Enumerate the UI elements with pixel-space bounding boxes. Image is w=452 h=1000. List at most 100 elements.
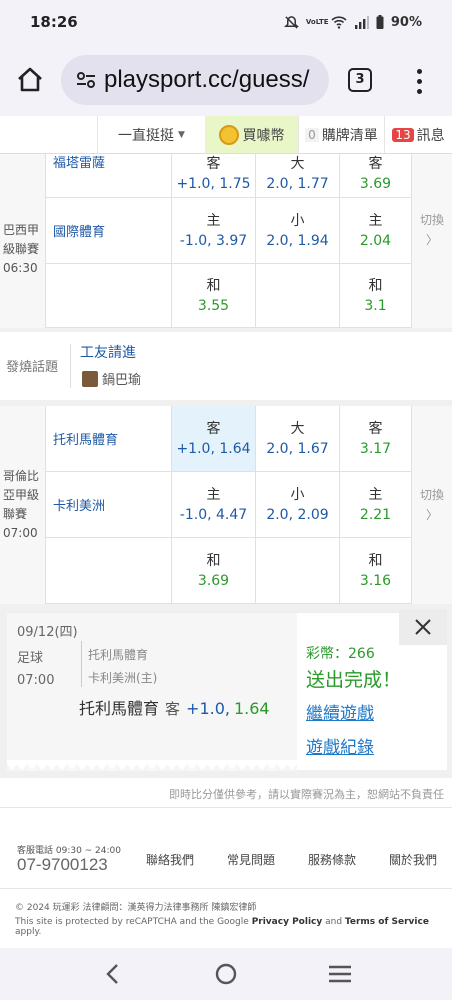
- service-phone[interactable]: 07-9700123: [17, 855, 108, 875]
- switch-button[interactable]: 切換 〉: [412, 406, 452, 604]
- game-history-link[interactable]: 遊戲紀錄: [306, 733, 374, 758]
- coin-icon: [218, 124, 239, 145]
- odds-under[interactable]: 小 2.0, 2.09: [256, 472, 340, 538]
- divider: [70, 344, 71, 388]
- nav-purchase-list-label: 購牌清單: [321, 127, 378, 144]
- odds-label: 大: [290, 155, 305, 172]
- odds-over[interactable]: 大 2.0, 1.77: [256, 154, 340, 198]
- pick-kind: 客: [165, 700, 181, 718]
- odds-draw[interactable]: 和 3.69: [172, 538, 256, 604]
- odds-draw-ml[interactable]: 和 3.16: [340, 538, 412, 604]
- odds-under[interactable]: 小 2.0, 1.94: [256, 198, 340, 264]
- site-footer: 客服電話 09:30 ~ 24:00 07-9700123 聯絡我們 常見問題 …: [0, 808, 452, 948]
- author-name: 鍋巴瑜: [102, 373, 142, 388]
- team-home[interactable]: 國際體育: [46, 198, 172, 264]
- team-away[interactable]: 托利馬體育: [46, 406, 172, 472]
- team-name: 卡利美洲: [53, 499, 106, 514]
- league-name: 哥倫比: [3, 469, 40, 483]
- recaptcha-apply: apply.: [15, 927, 42, 937]
- chevron-right-icon: 〉: [425, 233, 438, 247]
- match-table: 巴西甲 級聯賽 06:30 福塔雷薩 客 +1.0, 1.75 大 2.0, 1.7…: [0, 154, 452, 328]
- odds-away-spread-selected[interactable]: 客 +1.0, 1.64: [172, 406, 256, 472]
- hot-topic-author[interactable]: 鍋巴瑜: [82, 369, 141, 388]
- odds-value: 3.69: [197, 572, 230, 589]
- score-disclaimer: 即時比分僅供參考，請以實際賽況為主，恕網站不負責任: [0, 782, 452, 808]
- footer-link-terms[interactable]: 服務條款: [308, 851, 356, 868]
- odds-value: 2.21: [359, 506, 392, 523]
- league-name: 亞甲級: [3, 488, 40, 502]
- recaptcha-and: and: [325, 917, 343, 927]
- chevron-right-icon: 〉: [425, 508, 438, 522]
- odds-away-ml[interactable]: 客 3.69: [340, 154, 412, 198]
- match-time: 07:00: [3, 526, 38, 540]
- footer-link-about[interactable]: 關於我們: [389, 851, 437, 868]
- home-circle-icon[interactable]: [211, 959, 241, 989]
- switch-button[interactable]: 切換 〉: [412, 154, 452, 328]
- team-home[interactable]: 卡利美洲: [46, 472, 172, 538]
- odds-home-ml[interactable]: 主 2.04: [340, 198, 412, 264]
- back-icon[interactable]: [98, 959, 128, 989]
- odds-value: 2.0, 1.67: [266, 440, 329, 457]
- nav-messages[interactable]: 13 訊息: [384, 116, 452, 153]
- nav-buy-coins[interactable]: 買噱幣: [205, 116, 298, 153]
- odds-value: 3.69: [359, 175, 392, 192]
- privacy-policy-link[interactable]: Privacy Policy: [252, 917, 323, 927]
- team-name: 托利馬體育: [53, 433, 119, 448]
- home-icon[interactable]: [14, 64, 46, 96]
- bet-pick: 托利馬體育客 +1.0, 1.64: [79, 695, 270, 719]
- odds-label: 小: [290, 486, 305, 503]
- team-draw-empty: [46, 538, 172, 604]
- status-time: 18:26: [30, 13, 78, 31]
- odds-home-spread[interactable]: 主 -1.0, 3.97: [172, 198, 256, 264]
- hot-topic-link[interactable]: 工友請進: [80, 342, 136, 362]
- team-name: 福塔雷薩: [53, 156, 106, 171]
- bet-sport: 足球: [17, 651, 44, 666]
- signal-icon: [354, 16, 369, 29]
- odds-label: 主: [368, 486, 383, 503]
- avatar: [82, 370, 98, 387]
- odds-draw[interactable]: 和 3.55: [172, 264, 256, 328]
- browser-toolbar: playsport.cc/guess/ 3: [0, 44, 452, 116]
- address-bar[interactable]: playsport.cc/guess/: [61, 55, 329, 105]
- caret-down-icon: ▼: [178, 129, 185, 140]
- mute-icon: [283, 15, 299, 29]
- odds-label: 小: [290, 212, 305, 229]
- continue-game-link[interactable]: 繼續遊戲: [306, 699, 374, 724]
- battery-icon: [376, 15, 384, 29]
- terms-of-service-link[interactable]: Terms of Service: [345, 917, 429, 927]
- close-button[interactable]: [399, 609, 447, 645]
- coin-balance: 彩幣：266: [306, 646, 375, 662]
- close-icon: [415, 619, 431, 635]
- odds-home-ml[interactable]: 主 2.21: [340, 472, 412, 538]
- odds-label: 客: [368, 155, 383, 172]
- status-bar: 18:26 VoLTE 90%: [0, 0, 452, 44]
- odds-label: 客: [206, 155, 221, 172]
- team-away[interactable]: 福塔雷薩: [46, 154, 172, 198]
- bet-confirmation-popup: 09/12(四) 足球 07:00 托利馬體育 卡利美洲(主) 托利馬體育客 +1…: [7, 609, 447, 771]
- odds-home-spread[interactable]: 主 -1.0, 4.47: [172, 472, 256, 538]
- odds-away-spread[interactable]: 客 +1.0, 1.75: [172, 154, 256, 198]
- recaptcha-text: This site is protected by reCAPTCHA and …: [15, 917, 249, 927]
- odds-draw-ml[interactable]: 和 3.1: [340, 264, 412, 328]
- site-settings-icon[interactable]: [74, 68, 98, 92]
- footer-link-contact[interactable]: 聯絡我們: [146, 851, 194, 868]
- odds-away-ml[interactable]: 客 3.17: [340, 406, 412, 472]
- odds-over[interactable]: 大 2.0, 1.67: [256, 406, 340, 472]
- odds-value: 2.04: [359, 232, 392, 249]
- odds-value: -1.0, 3.97: [179, 232, 248, 249]
- recents-icon[interactable]: [325, 959, 355, 989]
- bet-summary: 09/12(四) 足球 07:00 托利馬體育 卡利美洲(主) 托利馬體育客 +1…: [7, 613, 297, 771]
- nav-dropdown[interactable]: 一直挺挺 ▼: [97, 116, 205, 153]
- odds-value: 2.0, 1.94: [266, 232, 329, 249]
- league-cell: 哥倫比 亞甲級 聯賽 07:00: [0, 406, 46, 604]
- odds-label: 客: [206, 420, 221, 437]
- tab-switcher-button[interactable]: 3: [348, 68, 372, 92]
- odds-label: 和: [368, 277, 383, 294]
- odds-empty: [256, 538, 340, 604]
- purchase-count-badge: 0: [305, 127, 319, 142]
- league-name: 級聯賽: [3, 241, 40, 256]
- nav-purchase-list[interactable]: 0 購牌清單: [298, 116, 384, 153]
- switch-label: 切換: [419, 488, 444, 502]
- browser-menu-icon[interactable]: [413, 66, 425, 96]
- footer-link-faq[interactable]: 常見問題: [227, 851, 275, 868]
